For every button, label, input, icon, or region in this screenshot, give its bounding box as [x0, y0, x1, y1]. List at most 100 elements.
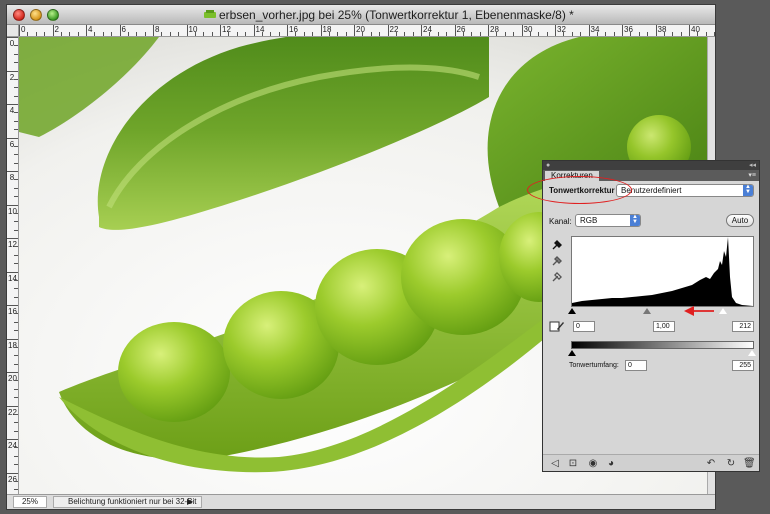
- panel-footer: ◁ ⊡ ◉ ◕ ↶ ↻ 🗑: [543, 454, 759, 471]
- ruler-h-tick: [705, 32, 707, 36]
- ruler-h-tick: [312, 32, 314, 36]
- ruler-h-tick: [395, 32, 397, 36]
- input-gamma-field[interactable]: 1,00: [653, 321, 675, 332]
- ruler-h-tick: [513, 32, 515, 36]
- ruler-h-tick: [387, 25, 389, 36]
- ruler-h-tick: [228, 32, 230, 36]
- close-button[interactable]: [13, 9, 25, 21]
- ruler-h-tick: [27, 32, 29, 36]
- ruler-h-tick: [94, 32, 96, 36]
- ruler-h-tick: [379, 32, 381, 36]
- ruler-v-label: 0: [9, 39, 15, 48]
- ruler-h-tick: [471, 32, 473, 36]
- ruler-v-tick: [7, 439, 18, 440]
- input-slider[interactable]: [568, 308, 754, 316]
- ruler-v-label: 10: [8, 206, 17, 216]
- ruler-v-tick: [7, 204, 18, 206]
- ruler-h-tick: [102, 32, 104, 36]
- output-black-handle[interactable]: [568, 350, 576, 356]
- ruler-h-tick: [496, 32, 498, 36]
- minimize-button[interactable]: [30, 9, 42, 21]
- ruler-h-label: 14: [255, 25, 265, 34]
- ruler-v-tick: [14, 212, 18, 214]
- output-white-field[interactable]: 255: [732, 360, 754, 371]
- eye-icon[interactable]: ◕: [605, 458, 617, 469]
- ruler-v-tick: [7, 271, 18, 273]
- ruler-h-tick: [588, 25, 590, 36]
- zoom-button[interactable]: [47, 9, 59, 21]
- trash-icon[interactable]: 🗑: [743, 458, 756, 469]
- ruler-v-tick: [14, 321, 18, 323]
- ruler-h-tick: [270, 32, 272, 36]
- status-info[interactable]: Belichtung funktioniert nur bei 32-Bit: [53, 496, 202, 508]
- ruler-v-tick: [14, 53, 18, 55]
- panel-mode-icon[interactable]: ⊡: [567, 458, 579, 469]
- gamma-handle[interactable]: [643, 308, 651, 314]
- back-arrow-icon[interactable]: ◁: [549, 458, 561, 469]
- ruler-h-tick: [186, 25, 188, 36]
- ruler-v-tick: [14, 263, 18, 265]
- channel-select[interactable]: RGB ▲ ▼: [575, 214, 641, 227]
- ruler-h-label: 8: [155, 25, 160, 34]
- ruler-h-tick: [354, 25, 355, 36]
- white-point-handle[interactable]: [719, 308, 727, 314]
- ruler-h-tick: [169, 32, 171, 36]
- ruler-h-tick: [35, 32, 37, 36]
- ruler-h-tick: [563, 32, 565, 36]
- panel-header[interactable]: ● ◂◂: [543, 161, 759, 170]
- ruler-h-tick: [52, 25, 54, 36]
- eyedropper-white-icon[interactable]: [551, 271, 563, 283]
- reset-icon[interactable]: ↶: [705, 458, 717, 469]
- ruler-v-tick: [14, 120, 18, 122]
- eyedropper-gray-icon[interactable]: [551, 255, 563, 267]
- title-bar[interactable]: erbsen_vorher.jpg bei 25% (Tonwertkorrek…: [7, 5, 715, 25]
- ruler-h-tick: [278, 32, 280, 36]
- ruler-h-tick: [211, 32, 213, 36]
- ruler-h-tick: [144, 32, 146, 36]
- preset-select[interactable]: Benutzerdefiniert ▲ ▼: [616, 184, 754, 197]
- ruler-v-tick: [7, 305, 18, 306]
- layer-clip-icon[interactable]: ◉: [587, 458, 599, 469]
- ruler-h-tick: [127, 32, 129, 36]
- ruler-h-tick: [245, 32, 247, 36]
- ruler-v-label: 16: [8, 307, 17, 316]
- output-slider[interactable]: [568, 350, 756, 356]
- ruler-v-tick: [14, 346, 18, 348]
- ruler-h-label: 12: [222, 25, 231, 34]
- panel-close-icon[interactable]: ●: [546, 162, 550, 169]
- ruler-v-tick: [14, 455, 18, 457]
- ruler-h-label: 40: [691, 25, 700, 34]
- horizontal-ruler[interactable]: 0 2 4 6 8 10 12 14 16 18 20 22 24 26 28 30 32 34 36 38 40: [19, 25, 715, 37]
- ruler-h-label: 32: [557, 25, 566, 34]
- input-black-field[interactable]: 0: [573, 321, 595, 332]
- ruler-h-tick: [546, 32, 548, 36]
- ruler-h-tick: [680, 32, 682, 36]
- vertical-ruler[interactable]: 0 2 4 6 8 10 12 14 16 18 20 22 24 26: [7, 37, 19, 495]
- ruler-h-tick: [253, 25, 255, 36]
- input-white-field[interactable]: 212: [732, 321, 754, 332]
- output-white-handle[interactable]: [748, 350, 756, 356]
- panel-menu-icon[interactable]: ▾≡: [748, 171, 756, 180]
- ruler-h-tick: [613, 32, 615, 36]
- ruler-v-tick: [7, 405, 18, 407]
- refresh-icon[interactable]: ↻: [725, 458, 737, 469]
- clip-warning-icon[interactable]: [549, 320, 565, 332]
- panel-collapse-icon[interactable]: ◂◂: [749, 162, 756, 169]
- ruler-v-tick: [14, 154, 18, 156]
- zoom-level[interactable]: 25%: [13, 496, 47, 508]
- auto-button[interactable]: Auto: [726, 214, 754, 227]
- ruler-v-tick: [14, 145, 18, 147]
- ruler-h-label: 26: [456, 25, 466, 34]
- ruler-h-tick: [345, 32, 347, 36]
- ruler-v-tick: [14, 112, 18, 114]
- ruler-corner[interactable]: [7, 25, 19, 37]
- ruler-v-tick: [14, 388, 18, 390]
- output-black-field[interactable]: 0: [625, 360, 647, 371]
- ruler-v-tick: [14, 355, 18, 357]
- black-point-handle[interactable]: [568, 308, 576, 314]
- ruler-h-label: 4: [88, 25, 93, 34]
- eyedropper-black-icon[interactable]: [551, 239, 563, 251]
- ruler-h-label: 10: [188, 25, 198, 34]
- histogram-graph: [572, 237, 753, 306]
- status-menu-arrow-icon[interactable]: ▶: [187, 497, 197, 507]
